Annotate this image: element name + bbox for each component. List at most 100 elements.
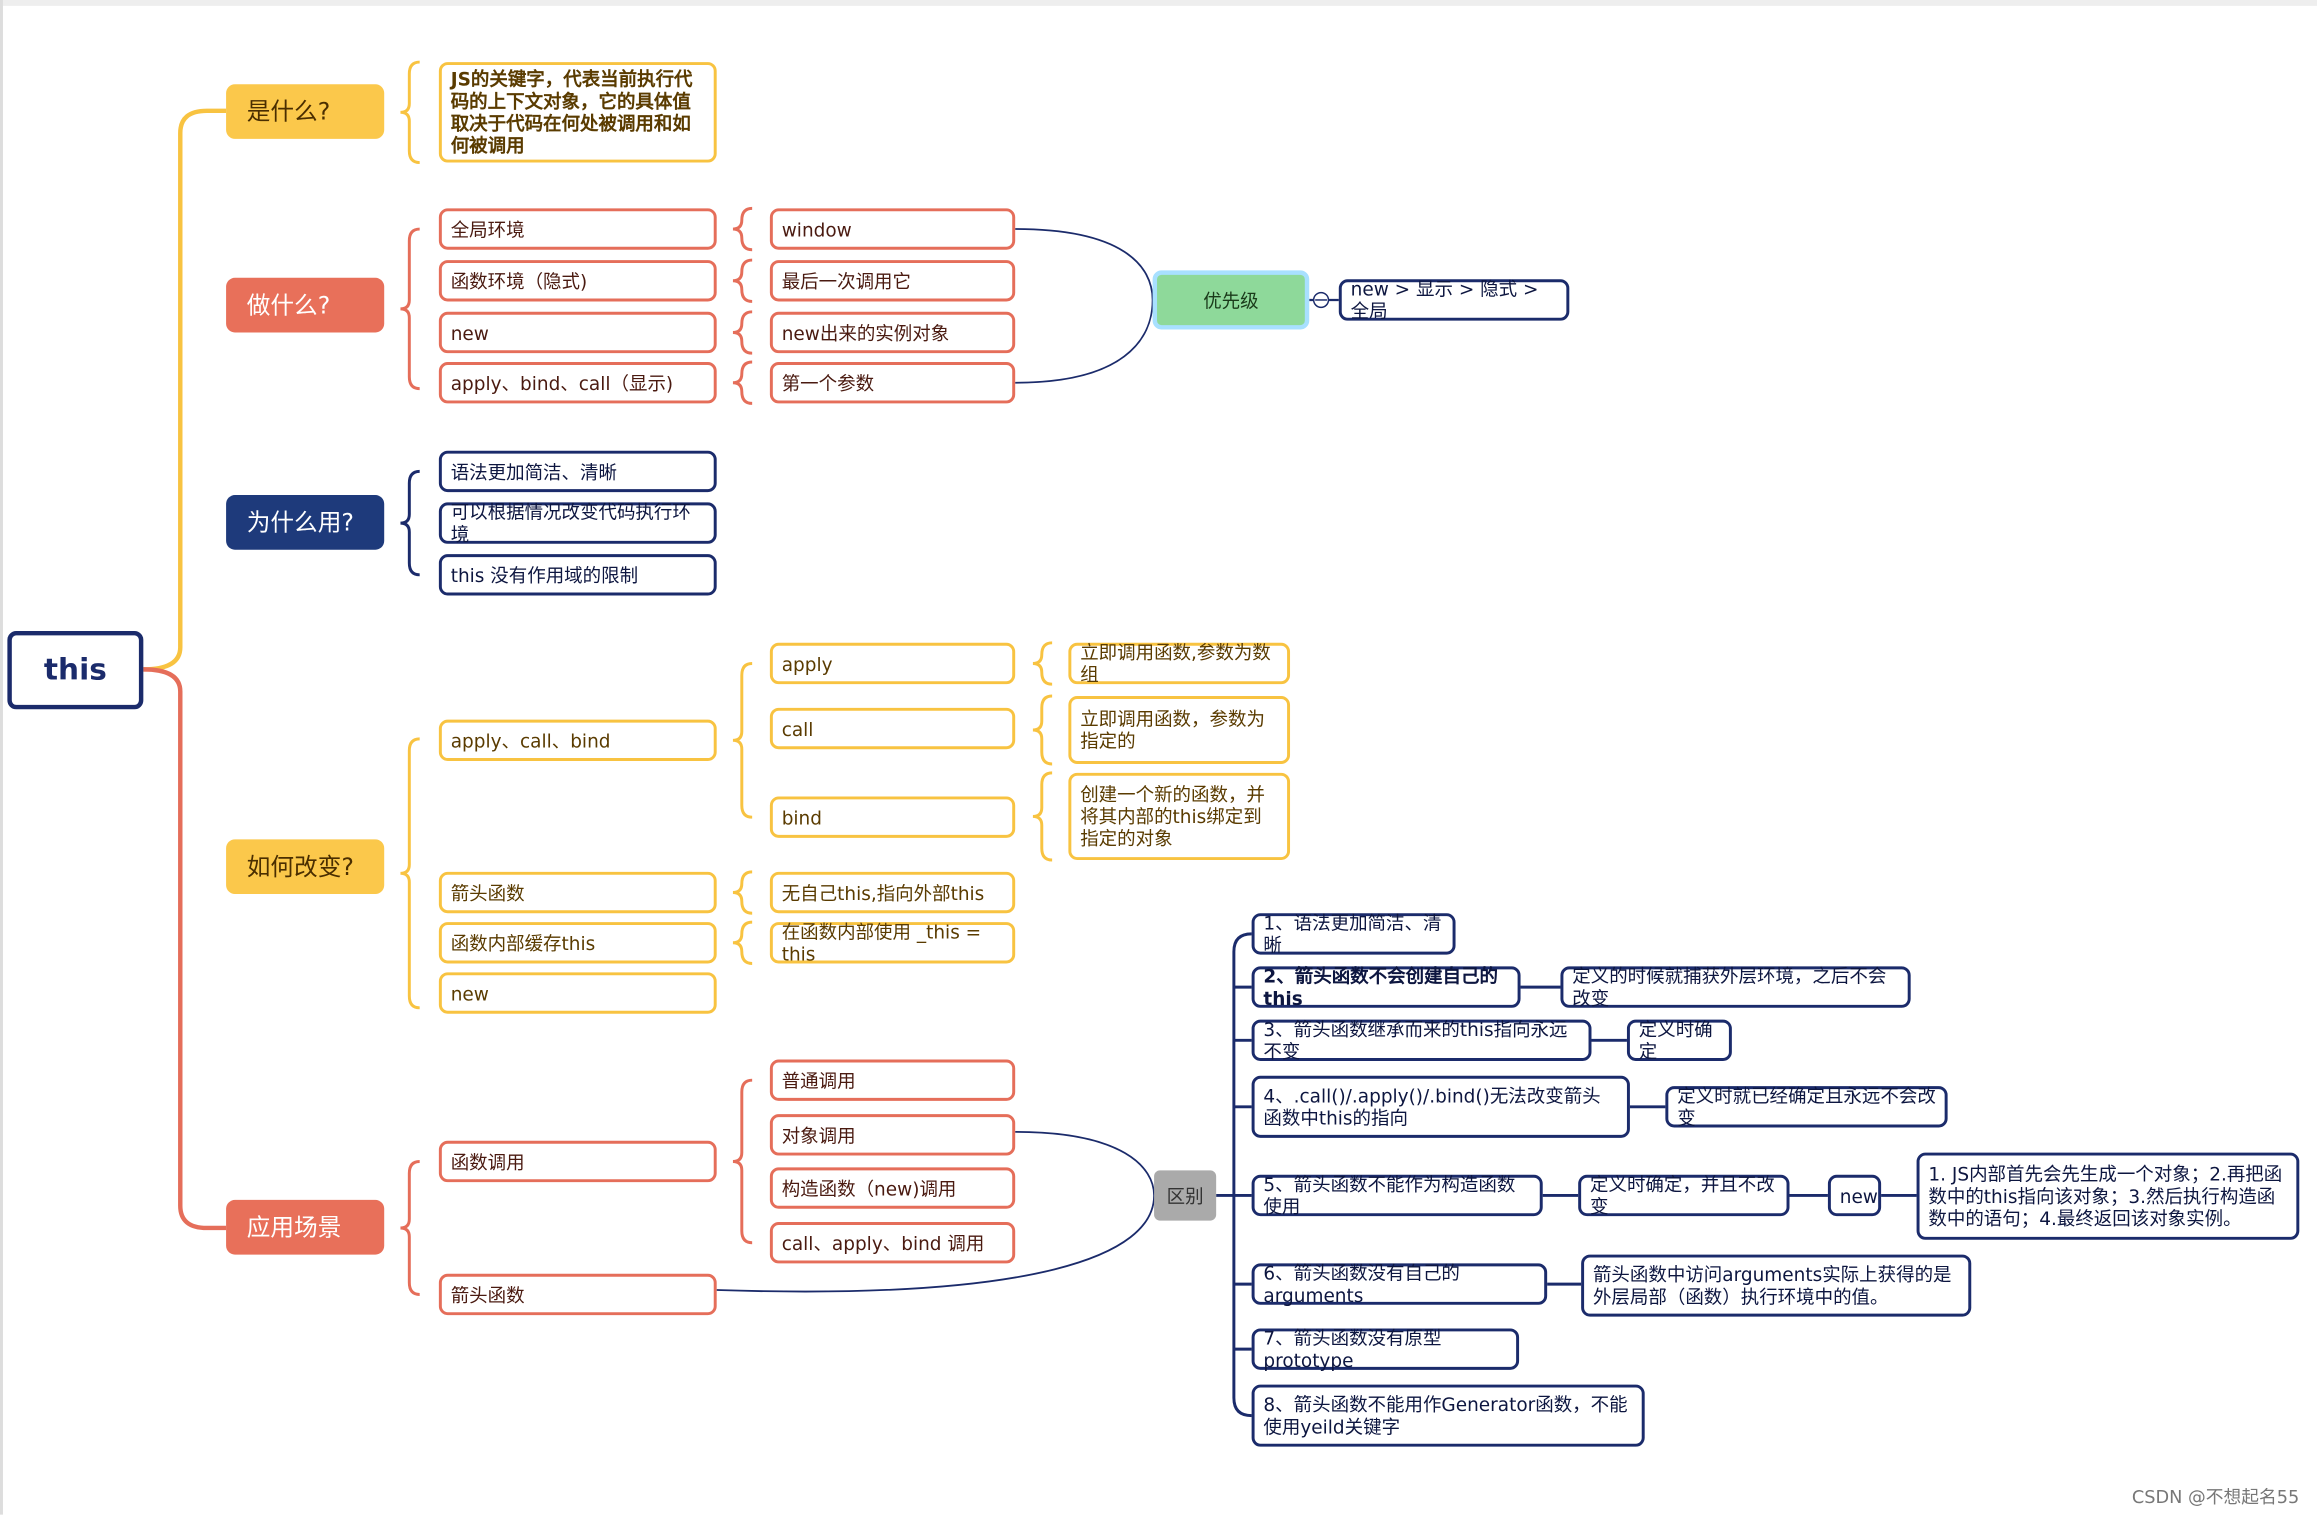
node-label: apply bbox=[781, 652, 833, 675]
node-label: 4、.call()/.apply()/.bind()无法改变箭头函数中this的… bbox=[1263, 1084, 1601, 1129]
node-e1[interactable]: window bbox=[769, 208, 1016, 250]
node-label: 立即调用函数，参数为指定的 bbox=[1080, 707, 1265, 753]
node-m4[interactable]: 定义时就已经确定且永远不会改变 bbox=[1665, 1085, 1948, 1129]
node-label: 普通调用 bbox=[781, 1069, 856, 1092]
node-l6[interactable]: 6、箭头函数没有自己的arguments bbox=[1251, 1261, 1548, 1307]
node-u3[interactable]: this 没有作用域的限制 bbox=[438, 554, 717, 596]
node-l2[interactable]: 2、箭头函数不会创建自己的this bbox=[1251, 965, 1521, 1009]
brace bbox=[732, 206, 753, 252]
node-label: this 没有作用域的限制 bbox=[450, 563, 639, 586]
node-d2[interactable]: 函数环境（隐式) bbox=[438, 260, 717, 302]
node-u1[interactable]: 语法更加简洁、清晰 bbox=[438, 450, 717, 493]
brace bbox=[400, 737, 420, 1010]
node-l5[interactable]: 5、箭头函数不能作为构造函数使用 bbox=[1251, 1173, 1543, 1218]
brace bbox=[732, 920, 753, 965]
diff-trunk bbox=[1232, 932, 1252, 1418]
node-label: 优先级 bbox=[1203, 288, 1259, 312]
node-s1[interactable]: 函数调用 bbox=[438, 1140, 717, 1183]
node-e4[interactable]: 第一个参数 bbox=[769, 362, 1016, 404]
node-b2[interactable]: 立即调用函数，参数为指定的 bbox=[1068, 695, 1291, 764]
node-label: apply、bind、call（显示) bbox=[450, 371, 674, 394]
node-l1[interactable]: 1、语法更加简洁、清晰 bbox=[1251, 911, 1456, 957]
node-label: new bbox=[1839, 1184, 1878, 1207]
node-m5b[interactable]: new bbox=[1827, 1174, 1882, 1217]
node-l8[interactable]: 8、箭头函数不能用作Generator函数，不能使用yeild关键字 bbox=[1251, 1384, 1645, 1447]
node-b3[interactable]: 创建一个新的函数，并将其内部的this绑定到指定的对象 bbox=[1068, 772, 1291, 861]
node-d4[interactable]: apply、bind、call（显示) bbox=[438, 362, 717, 404]
node-root[interactable]: this bbox=[7, 630, 144, 710]
node-a3[interactable]: bind bbox=[769, 796, 1016, 838]
node-h3c[interactable]: 在函数内部使用 _this = this bbox=[769, 921, 1016, 965]
node-c5[interactable]: 应用场景 bbox=[226, 1199, 385, 1255]
brace bbox=[1032, 771, 1053, 862]
node-label: 为什么用? bbox=[246, 508, 354, 537]
node-a2[interactable]: call bbox=[769, 707, 1016, 750]
node-h1[interactable]: apply、call、bind bbox=[438, 719, 717, 762]
node-l3[interactable]: 3、箭头函数继承而来的this指向永远不变 bbox=[1251, 1018, 1592, 1063]
node-a1[interactable]: apply bbox=[769, 642, 1016, 685]
node-e2[interactable]: 最后一次调用它 bbox=[769, 260, 1016, 302]
brace bbox=[400, 60, 420, 165]
node-label: 应用场景 bbox=[246, 1213, 342, 1242]
node-c2[interactable]: 做什么? bbox=[226, 277, 385, 333]
node-label: 7、箭头函数没有原型prototype bbox=[1263, 1326, 1442, 1372]
node-h2[interactable]: 箭头函数 bbox=[438, 871, 717, 914]
node-w1[interactable]: JS的关键字，代表当前执行代码的上下文对象，它的具体值取决于代码在何处被调用和如… bbox=[438, 62, 717, 163]
node-label: 6、箭头函数没有自己的arguments bbox=[1263, 1261, 1460, 1307]
node-f4[interactable]: call、apply、bind 调用 bbox=[769, 1222, 1016, 1264]
watermark: CSDN @不想起名55 bbox=[2131, 1486, 2300, 1508]
node-s2[interactable]: 箭头函数 bbox=[438, 1273, 717, 1316]
node-label: 无自己this,指向外部this bbox=[781, 881, 985, 904]
node-d3[interactable]: new bbox=[438, 311, 717, 354]
node-e3[interactable]: new出来的实例对象 bbox=[769, 311, 1016, 354]
node-diff[interactable]: 区别 bbox=[1154, 1170, 1217, 1221]
node-label: 对象调用 bbox=[781, 1123, 856, 1146]
node-d1[interactable]: 全局环境 bbox=[438, 208, 717, 250]
brace bbox=[400, 1159, 420, 1296]
node-h2c[interactable]: 无自己this,指向外部this bbox=[769, 871, 1016, 914]
node-f3[interactable]: 构造函数（new)调用 bbox=[769, 1167, 1016, 1209]
brace bbox=[732, 870, 753, 915]
brace bbox=[1032, 641, 1053, 686]
node-h3[interactable]: 函数内部缓存this bbox=[438, 922, 717, 964]
node-label: this bbox=[43, 651, 107, 688]
node-f2[interactable]: 对象调用 bbox=[769, 1114, 1016, 1156]
node-label: 定义时确定 bbox=[1638, 1018, 1713, 1063]
node-label: 5、箭头函数不能作为构造函数使用 bbox=[1263, 1173, 1516, 1218]
node-label: 做什么? bbox=[246, 291, 331, 320]
node-prival[interactable]: new > 显示 > 隐式 > 全局 bbox=[1338, 278, 1570, 322]
node-c4[interactable]: 如何改变? bbox=[226, 839, 385, 895]
node-m5c[interactable]: 1. JS内部首先会先生成一个对象；2.再把函数中的this指向该对象；3.然后… bbox=[1916, 1152, 2300, 1240]
node-label: 1、语法更加简洁、清晰 bbox=[1263, 911, 1442, 957]
node-m2[interactable]: 定义的时候就捕获外层环境，之后不会改变 bbox=[1560, 965, 1911, 1009]
node-label: apply、call、bind bbox=[450, 729, 611, 752]
node-l4[interactable]: 4、.call()/.apply()/.bind()无法改变箭头函数中this的… bbox=[1251, 1075, 1630, 1138]
node-label: 第一个参数 bbox=[781, 371, 875, 394]
node-label: JS的关键字，代表当前执行代码的上下文对象，它的具体值取决于代码在何处被调用和如… bbox=[450, 67, 693, 157]
node-label: 箭头函数中访问arguments实际上获得的是外层局部（函数）执行环境中的值。 bbox=[1592, 1263, 1952, 1308]
node-f1[interactable]: 普通调用 bbox=[769, 1059, 1016, 1101]
node-m3[interactable]: 定义时确定 bbox=[1626, 1018, 1732, 1063]
node-c3[interactable]: 为什么用? bbox=[226, 495, 385, 550]
brace bbox=[732, 310, 753, 355]
node-label: new出来的实例对象 bbox=[781, 321, 950, 344]
brace bbox=[732, 360, 753, 405]
node-h4[interactable]: new bbox=[438, 972, 717, 1014]
node-l7[interactable]: 7、箭头函数没有原型prototype bbox=[1251, 1326, 1520, 1372]
node-label: 可以根据情况改变代码执行环境 bbox=[450, 500, 691, 546]
node-label: 是什么? bbox=[246, 97, 331, 126]
node-label: 函数环境（隐式) bbox=[450, 269, 588, 292]
node-u2[interactable]: 可以根据情况改变代码执行环境 bbox=[438, 500, 717, 546]
node-label: 3、箭头函数继承而来的this指向永远不变 bbox=[1263, 1018, 1568, 1063]
node-label: call、apply、bind 调用 bbox=[781, 1231, 985, 1254]
node-m5[interactable]: 定义时确定，并且不改变 bbox=[1578, 1173, 1790, 1218]
node-b1[interactable]: 立即调用函数,参数为数组 bbox=[1068, 641, 1291, 686]
node-label: 如何改变? bbox=[246, 852, 354, 881]
brace bbox=[732, 258, 753, 303]
brace bbox=[732, 1078, 753, 1245]
node-label: 最后一次调用它 bbox=[781, 269, 912, 292]
node-c1[interactable]: 是什么? bbox=[226, 84, 385, 139]
node-pri[interactable]: 优先级 bbox=[1152, 270, 1310, 330]
node-m6[interactable]: 箭头函数中访问arguments实际上获得的是外层局部（函数）执行环境中的值。 bbox=[1581, 1254, 1972, 1317]
node-label: 全局环境 bbox=[450, 217, 525, 241]
